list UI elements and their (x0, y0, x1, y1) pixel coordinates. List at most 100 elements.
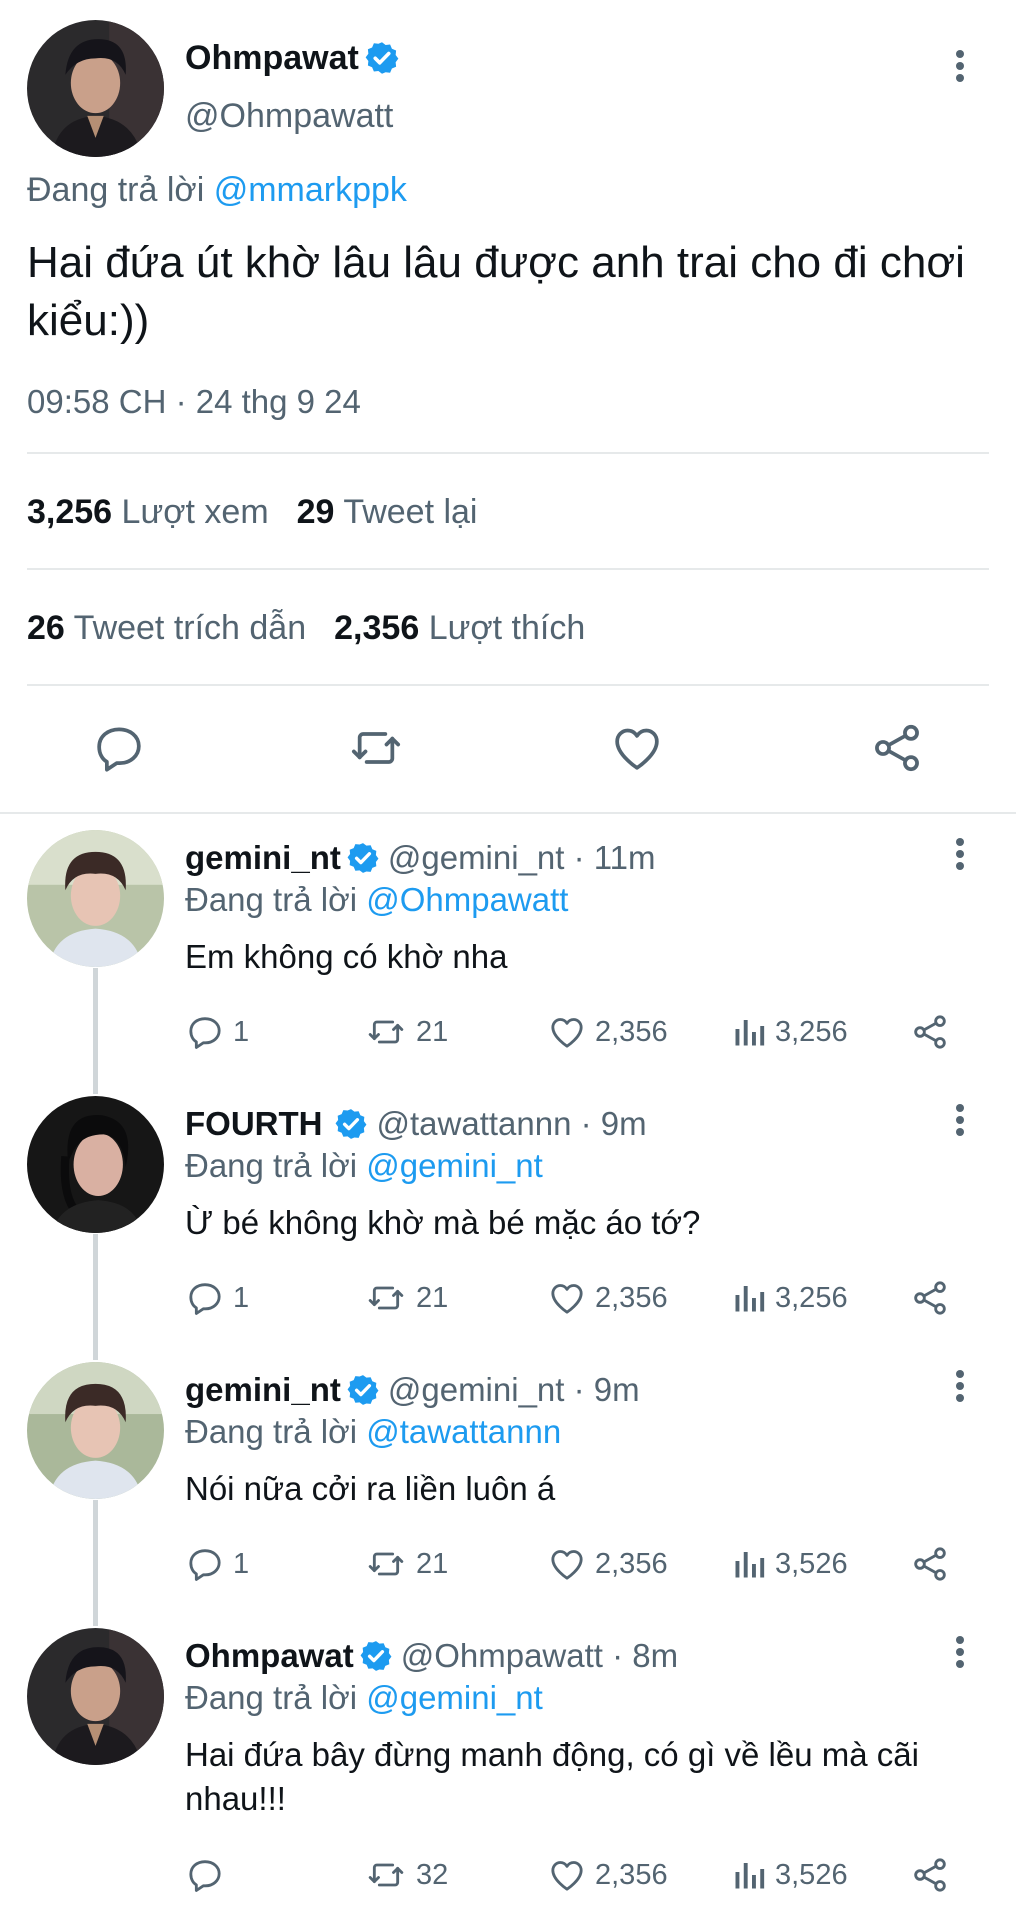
tweet-text: Hai đứa bây đừng manh động, có gì về lều… (185, 1736, 919, 1817)
reply-count: 1 (233, 1281, 250, 1314)
reply-header: gemini_nt @gemini_nt · 9m (185, 1368, 640, 1412)
share-icon (914, 1015, 946, 1049)
retweet-icon (368, 1552, 404, 1576)
more-options-icon[interactable] (948, 1630, 972, 1674)
user-handle[interactable]: @tawattannn · 9m (376, 1102, 646, 1146)
retweet-button[interactable]: 32 (364, 1855, 448, 1895)
like-button[interactable]: 2,356 (547, 1012, 668, 1052)
reply-count: 1 (233, 1015, 250, 1048)
retweet-icon (368, 1020, 404, 1044)
reply-button[interactable]: 1 (185, 1012, 249, 1052)
avatar[interactable] (27, 1362, 164, 1499)
reply-header: gemini_nt @gemini_nt · 11m (185, 836, 656, 880)
display-name[interactable]: gemini_nt (185, 1368, 341, 1412)
views-stat[interactable]: 3,256 Lượt xem (27, 493, 269, 531)
retweets-stat[interactable]: 29 Tweet lại (297, 493, 478, 531)
mention-link[interactable]: @gemini_nt (366, 1679, 543, 1716)
share-button[interactable] (909, 1544, 951, 1584)
reply-icon[interactable] (91, 720, 147, 776)
stats-row: 26 Tweet trích dẫn 2,356 Lượt thích (27, 606, 585, 650)
user-handle[interactable]: @gemini_nt · 11m (388, 836, 656, 880)
thread-line (93, 1500, 98, 1626)
views-button[interactable]: 3,526 (731, 1544, 848, 1584)
reply-count: 1 (233, 1547, 250, 1580)
likes-stat[interactable]: 2,356 Lượt thích (334, 609, 585, 647)
more-options-icon[interactable] (948, 832, 972, 876)
more-options-icon[interactable] (948, 44, 972, 88)
thread-line (93, 968, 98, 1094)
avatar[interactable] (27, 1628, 164, 1765)
view-count: 3,526 (775, 1547, 848, 1580)
section-divider (0, 812, 1016, 814)
replying-to-label: Đang trả lời (27, 171, 205, 209)
replying-to-label: Đang trả lời (185, 1413, 358, 1450)
replying-to: Đang trả lời @gemini_nt (185, 1676, 543, 1720)
quotes-stat[interactable]: 26 Tweet trích dẫn (27, 609, 306, 647)
like-button[interactable]: 2,356 (547, 1278, 668, 1318)
reply-button[interactable]: 1 (185, 1544, 249, 1584)
replying-to-label: Đang trả lời (185, 1679, 358, 1716)
share-button[interactable] (909, 1855, 951, 1895)
tweet-text: Hai đứa út khờ lâu lâu được anh trai cho… (27, 238, 965, 345)
retweet-button[interactable]: 21 (364, 1012, 448, 1052)
verified-badge-icon (346, 1373, 380, 1407)
display-name[interactable]: Ohmpawat (185, 36, 400, 80)
view-count: 3,256 (775, 1015, 848, 1048)
views-button[interactable]: 3,256 (731, 1012, 848, 1052)
user-handle[interactable]: @Ohmpawatt · 8m (401, 1634, 678, 1678)
retweet-count: 21 (416, 1281, 449, 1314)
display-name[interactable]: gemini_nt (185, 836, 341, 880)
replying-to-label: Đang trả lời (185, 881, 358, 918)
views-button[interactable]: 3,526 (731, 1855, 848, 1895)
mention-link[interactable]: @mmarkppk (214, 171, 407, 209)
retweet-count: 21 (416, 1547, 449, 1580)
display-name[interactable]: FOURTH (185, 1102, 322, 1146)
mention-link[interactable]: @gemini_nt (366, 1147, 543, 1184)
user-handle[interactable]: @Ohmpawatt (185, 94, 393, 138)
display-name[interactable]: Ohmpawat (185, 1634, 354, 1678)
reply-icon (189, 1283, 221, 1315)
views-icon (735, 1863, 765, 1889)
like-button[interactable]: 2,356 (547, 1855, 668, 1895)
more-options-icon[interactable] (948, 1364, 972, 1408)
divider (27, 568, 989, 570)
retweet-count: 32 (416, 1858, 449, 1891)
share-icon[interactable] (869, 720, 925, 776)
retweet-button[interactable]: 21 (364, 1544, 448, 1584)
tweet-text: Em không có khờ nha (185, 938, 508, 975)
avatar[interactable] (27, 830, 164, 967)
replying-to: Đang trả lời @gemini_nt (185, 1144, 543, 1188)
retweet-count: 21 (416, 1015, 449, 1048)
replying-to: Đang trả lời @mmarkppk (27, 168, 407, 212)
retweet-icon[interactable] (348, 720, 404, 776)
mention-link[interactable]: @tawattannn (366, 1413, 561, 1450)
retweet-button[interactable]: 21 (364, 1278, 448, 1318)
views-icon (735, 1286, 765, 1312)
replying-to: Đang trả lời @Ohmpawatt (185, 878, 568, 922)
views-button[interactable]: 3,256 (731, 1278, 848, 1318)
share-icon (914, 1858, 946, 1892)
verified-badge-icon (334, 1107, 368, 1141)
retweet-icon (368, 1863, 404, 1887)
retweet-icon (368, 1286, 404, 1310)
like-count: 2,356 (595, 1015, 668, 1048)
reply-button[interactable]: 1 (185, 1278, 249, 1318)
replying-to-label: Đang trả lời (185, 1147, 358, 1184)
tweet-timestamp[interactable]: 09:58 CH · 24 thg 9 24 (27, 380, 361, 424)
share-button[interactable] (909, 1012, 951, 1052)
avatar[interactable] (27, 20, 164, 157)
like-icon (551, 1284, 583, 1314)
reply-header: Ohmpawat @Ohmpawatt · 8m (185, 1634, 678, 1678)
like-button[interactable]: 2,356 (547, 1544, 668, 1584)
mention-link[interactable]: @Ohmpawatt (366, 881, 568, 918)
more-options-icon[interactable] (948, 1098, 972, 1142)
divider (27, 684, 989, 686)
reply-icon (189, 1860, 221, 1892)
user-handle[interactable]: @gemini_nt · 9m (388, 1368, 640, 1412)
avatar[interactable] (27, 1096, 164, 1233)
like-icon (551, 1018, 583, 1048)
reply-button[interactable] (185, 1855, 233, 1895)
reply-icon (189, 1549, 221, 1581)
like-icon[interactable] (609, 720, 665, 776)
share-button[interactable] (909, 1278, 951, 1318)
